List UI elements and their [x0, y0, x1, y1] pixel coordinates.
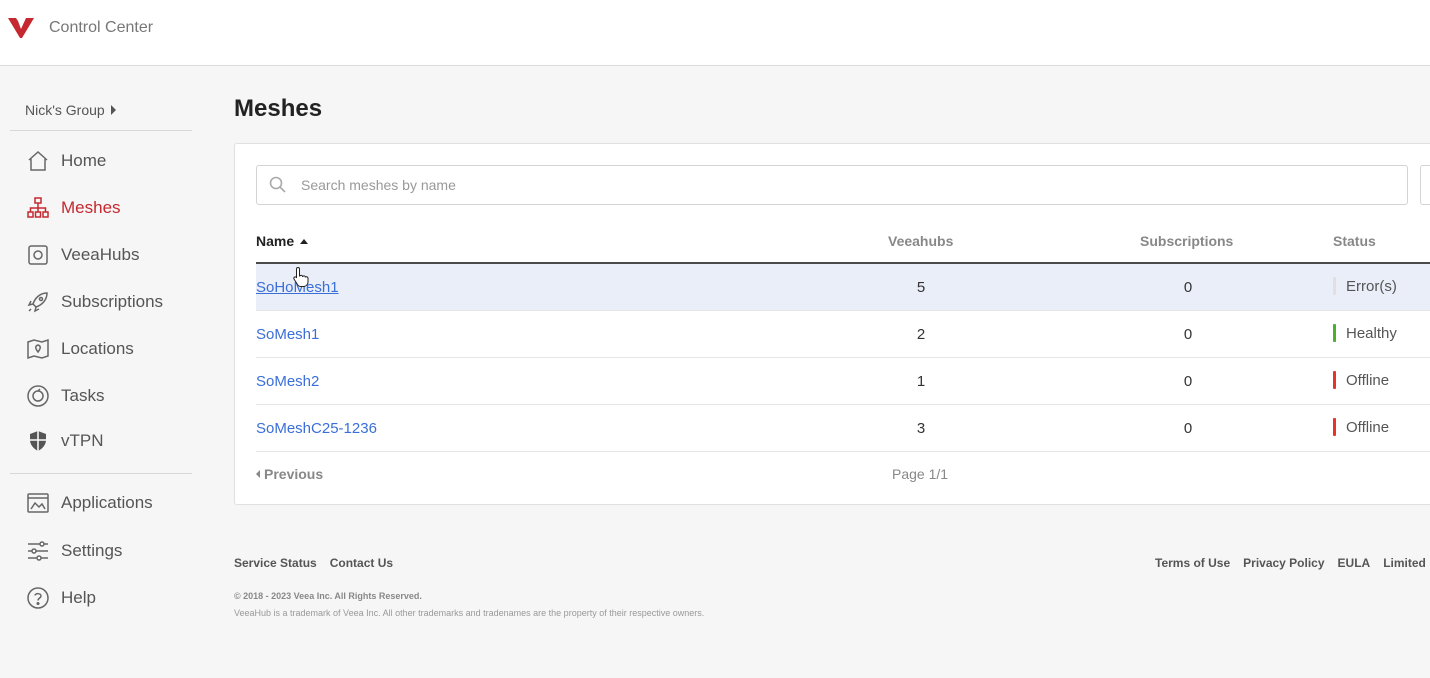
page-indicator: Page 1/1 [892, 466, 949, 482]
table-header: Name Veeahubs Subscriptions Status [256, 224, 1430, 264]
hand-pointer-icon [293, 266, 309, 287]
sidebar-item-label: Help [61, 588, 96, 607]
filter-button[interactable] [1420, 165, 1430, 205]
veeahubs-count: 3 [916, 420, 926, 437]
subscriptions-count: 0 [1183, 326, 1193, 343]
service-status-link[interactable]: Service Status [234, 556, 317, 570]
rocket-icon [26, 290, 50, 314]
column-header-name[interactable]: Name [256, 233, 309, 249]
column-header-subscriptions[interactable]: Subscriptions [1140, 233, 1233, 249]
meshes-card: Name Veeahubs Subscriptions Status SoHoM… [234, 143, 1430, 505]
veeahubs-count: 2 [916, 326, 926, 343]
subscriptions-count: 0 [1183, 420, 1193, 437]
search-box[interactable] [256, 165, 1408, 205]
subscriptions-count: 0 [1183, 279, 1193, 296]
trademark-text: VeeaHub is a trademark of Veea Inc. All … [234, 608, 705, 618]
sidebar-item-veeahubs[interactable]: VeeaHubs [26, 240, 139, 270]
sidebar-item-help[interactable]: Help [26, 583, 96, 613]
sidebar-item-label: vTPN [61, 431, 104, 450]
status-indicator [1333, 277, 1336, 295]
sidebar-item-vtpn[interactable]: vTPN [26, 426, 104, 456]
eula-link[interactable]: EULA [1338, 556, 1371, 570]
group-name: Nick's Group [25, 102, 105, 118]
sidebar-item-label: Home [61, 151, 107, 170]
sidebar-divider [10, 473, 192, 474]
app-title: Control Center [49, 19, 154, 36]
sidebar-item-label: Applications [61, 493, 153, 512]
table-row[interactable]: SoMesh2 1 0 Offline [256, 358, 1430, 405]
mesh-name-link[interactable]: SoMesh1 [256, 326, 319, 343]
veeahubs-count: 5 [916, 279, 926, 296]
subscriptions-count: 0 [1183, 373, 1193, 390]
sidebar-item-label: Subscriptions [61, 292, 164, 311]
sidebar-item-label: Tasks [61, 386, 105, 405]
mesh-icon [26, 196, 50, 220]
table-row[interactable]: SoHoMesh1 5 0 Error(s) [256, 264, 1430, 311]
sidebar-divider [10, 130, 192, 131]
home-icon [26, 149, 50, 173]
footer-links-right: Terms of Use Privacy Policy EULA Limited [1155, 556, 1426, 570]
copyright-text: © 2018 - 2023 Veea Inc. All Rights Reser… [234, 591, 422, 601]
terms-link[interactable]: Terms of Use [1155, 556, 1230, 570]
column-header-status[interactable]: Status [1333, 233, 1376, 249]
sidebar-item-tasks[interactable]: Tasks [26, 381, 104, 411]
sort-ascending-icon [300, 238, 309, 244]
privacy-link[interactable]: Privacy Policy [1243, 556, 1324, 570]
veea-logo-icon[interactable] [8, 17, 34, 39]
status-cell: Healthy [1333, 324, 1397, 342]
map-pin-icon [26, 337, 50, 361]
previous-label: Previous [264, 466, 324, 482]
search-input[interactable] [301, 177, 1407, 193]
status-text: Healthy [1346, 324, 1397, 342]
veeahubs-count: 1 [916, 373, 926, 390]
table-row[interactable]: SoMesh1 2 0 Healthy [256, 311, 1430, 358]
contact-us-link[interactable]: Contact Us [330, 556, 393, 570]
sidebar-item-subscriptions[interactable]: Subscriptions [26, 287, 163, 317]
search-icon [269, 176, 286, 193]
status-indicator [1333, 371, 1336, 389]
group-selector[interactable]: Nick's Group [25, 102, 116, 118]
mesh-name-link[interactable]: SoMesh2 [256, 373, 319, 390]
status-text: Offline [1346, 418, 1390, 436]
column-header-veeahubs[interactable]: Veeahubs [888, 233, 953, 249]
sliders-icon [26, 539, 50, 563]
sidebar-item-label: Locations [61, 339, 134, 358]
veeahub-icon [26, 243, 50, 267]
sidebar-item-applications[interactable]: Applications [26, 488, 153, 518]
sidebar: Nick's Group Home Meshes VeeaHubs Subscr… [0, 66, 200, 678]
previous-page-button[interactable]: Previous [256, 466, 323, 482]
caret-right-icon [110, 105, 116, 115]
sidebar-item-label: VeeaHubs [61, 245, 140, 264]
status-indicator [1333, 418, 1336, 436]
page-title: Meshes [234, 95, 323, 122]
sidebar-item-home[interactable]: Home [26, 146, 106, 176]
sidebar-item-label: Meshes [61, 198, 121, 217]
pagination: Previous Page 1/1 [256, 452, 1430, 496]
tasks-icon [26, 384, 50, 408]
status-indicator [1333, 324, 1336, 342]
sidebar-item-label: Settings [61, 541, 123, 560]
help-icon [26, 586, 50, 610]
caret-left-icon [256, 470, 260, 478]
top-bar: Control Center [0, 0, 1430, 66]
footer-links-left: Service Status Contact Us [234, 556, 393, 570]
column-header-label: Name [256, 233, 295, 249]
meshes-table: Name Veeahubs Subscriptions Status SoHoM… [256, 224, 1430, 496]
table-row[interactable]: SoMeshC25-1236 3 0 Offline [256, 405, 1430, 452]
mesh-name-link[interactable]: SoMeshC25-1236 [256, 420, 377, 437]
sidebar-item-meshes[interactable]: Meshes [26, 193, 121, 223]
shield-icon [26, 429, 50, 453]
limited-link[interactable]: Limited [1383, 556, 1426, 570]
sidebar-item-locations[interactable]: Locations [26, 334, 134, 364]
status-cell: Error(s) [1333, 277, 1397, 295]
applications-icon [26, 491, 50, 515]
status-cell: Offline [1333, 371, 1389, 389]
sidebar-item-settings[interactable]: Settings [26, 536, 122, 566]
status-text: Error(s) [1346, 277, 1397, 295]
status-cell: Offline [1333, 418, 1389, 436]
status-text: Offline [1346, 371, 1390, 389]
